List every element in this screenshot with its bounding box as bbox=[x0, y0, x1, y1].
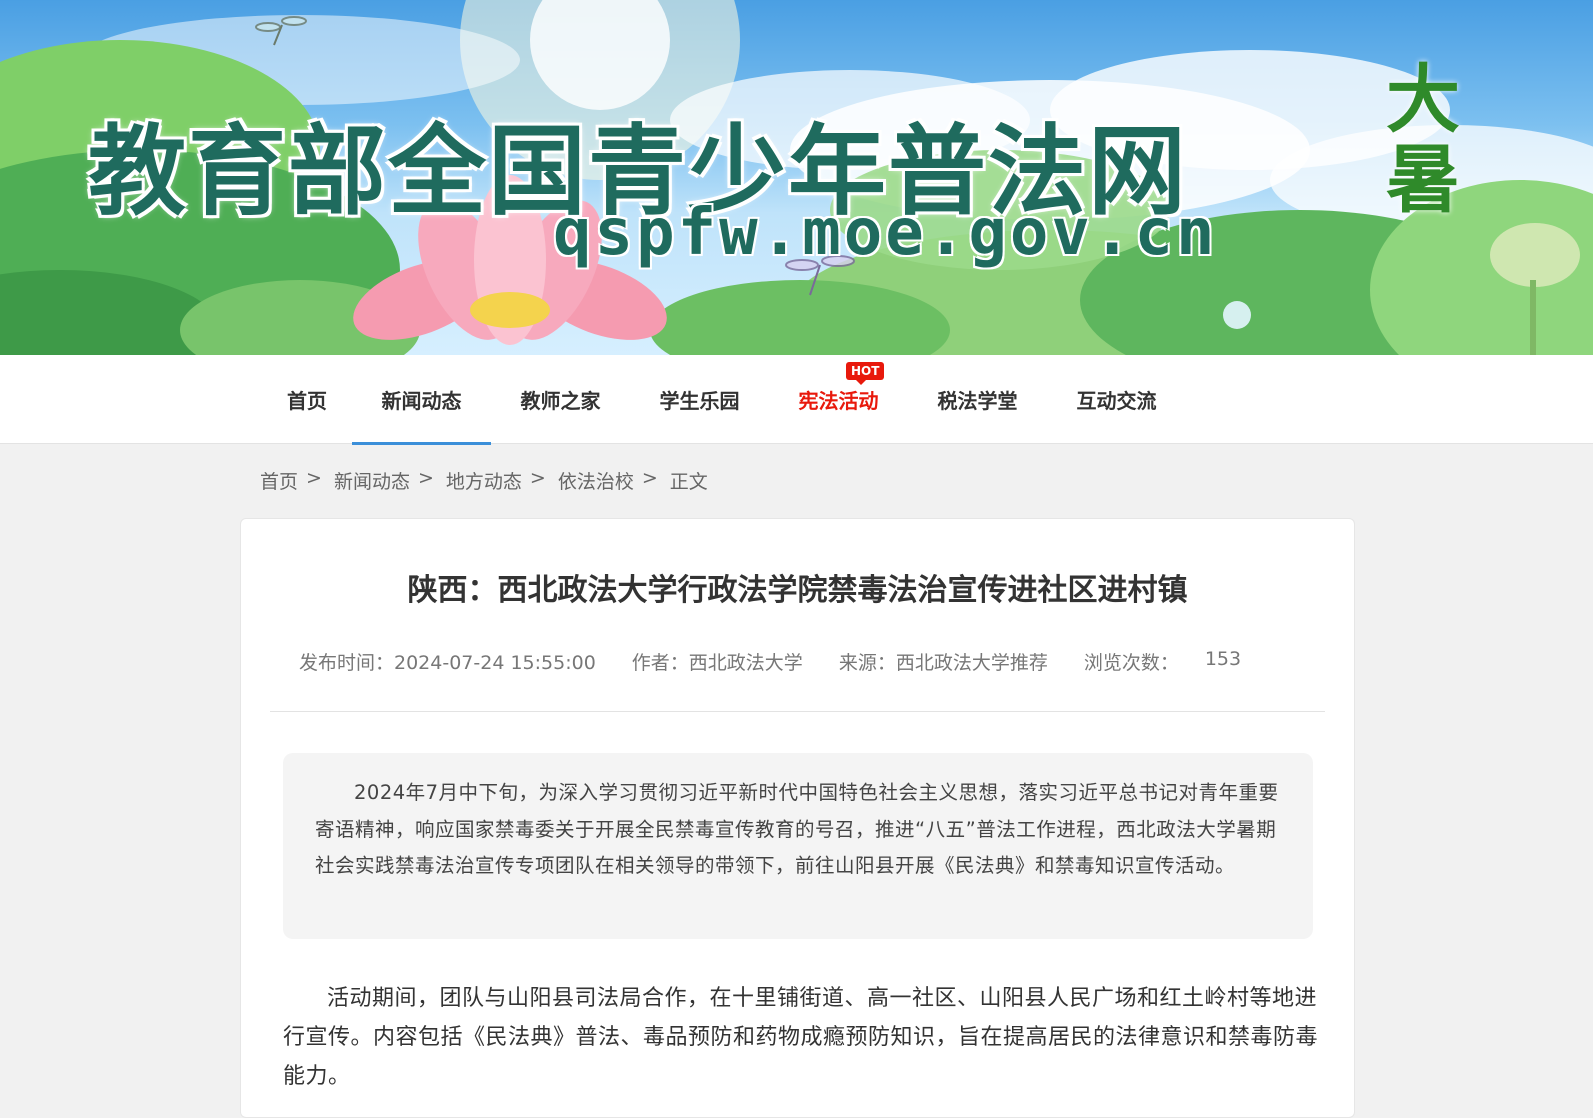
publish-time: 发布时间：2024-07-24 15:55:00 bbox=[299, 652, 596, 674]
main-nav: 首页 新闻动态 教师之家 学生乐园 宪法活动 HOT 税法学堂 互动交流 bbox=[0, 355, 1593, 445]
nav-item-home[interactable]: 首页 bbox=[262, 355, 352, 444]
nav-item-students[interactable]: 学生乐园 bbox=[630, 355, 769, 444]
article-summary: 2024年7月中下旬，为深入学习贯彻习近平新时代中国特色社会主义思想，落实习近平… bbox=[283, 753, 1313, 939]
article-source: 来源：西北政法大学推荐 bbox=[838, 652, 1048, 674]
breadcrumb-news[interactable]: 新闻动态 bbox=[334, 467, 410, 494]
breadcrumb-law-school[interactable]: 依法治校 bbox=[558, 467, 634, 494]
nav-item-constitution-label: 宪法活动 bbox=[798, 389, 879, 413]
breadcrumb: 首页 > 新闻动态 > 地方动态 > 依法治校 > 正文 bbox=[260, 467, 708, 494]
article-title: 陕西：西北政法大学行政法学院禁毒法治宣传进社区进村镇 bbox=[407, 573, 1188, 608]
breadcrumb-home[interactable]: 首页 bbox=[260, 467, 298, 494]
nav-items: 首页 新闻动态 教师之家 学生乐园 宪法活动 HOT 税法学堂 互动交流 bbox=[262, 355, 1186, 445]
site-banner: 教育部全国青少年普法网 qspfw.moe.gov.cn 大暑 bbox=[0, 0, 1593, 355]
nav-item-teachers[interactable]: 教师之家 bbox=[491, 355, 630, 444]
hot-badge: HOT bbox=[846, 362, 885, 385]
solar-term-calligraphy: 大暑 bbox=[1386, 57, 1460, 223]
views-count: 153 bbox=[1204, 648, 1242, 670]
article-card: 陕西：西北政法大学行政法学院禁毒法治宣传进社区进村镇 发布时间：2024-07-… bbox=[240, 518, 1355, 1118]
breadcrumb-separator: > bbox=[641, 467, 658, 489]
views-label: 浏览次数： bbox=[1083, 652, 1179, 674]
meta-divider bbox=[270, 711, 1325, 712]
article-meta: 发布时间：2024-07-24 15:55:00 作者：西北政法大学 来源：西北… bbox=[299, 648, 1241, 675]
breadcrumb-separator: > bbox=[417, 467, 434, 489]
nav-item-constitution[interactable]: 宪法活动 HOT bbox=[769, 355, 908, 444]
nav-item-news[interactable]: 新闻动态 bbox=[352, 355, 491, 445]
breadcrumb-local-news[interactable]: 地方动态 bbox=[446, 467, 522, 494]
breadcrumb-separator: > bbox=[306, 467, 322, 489]
breadcrumb-separator: > bbox=[529, 467, 546, 489]
article-paragraph: 活动期间，团队与山阳县司法局合作，在十里铺街道、高一社区、山阳县人民广场和红土岭… bbox=[283, 986, 1319, 1089]
nav-item-interaction[interactable]: 互动交流 bbox=[1047, 355, 1186, 444]
nav-item-tax-law[interactable]: 税法学堂 bbox=[908, 355, 1047, 444]
site-url: qspfw.moe.gov.cn bbox=[553, 196, 1218, 270]
article-author: 作者：西北政法大学 bbox=[631, 652, 803, 674]
breadcrumb-current: 正文 bbox=[669, 471, 708, 493]
